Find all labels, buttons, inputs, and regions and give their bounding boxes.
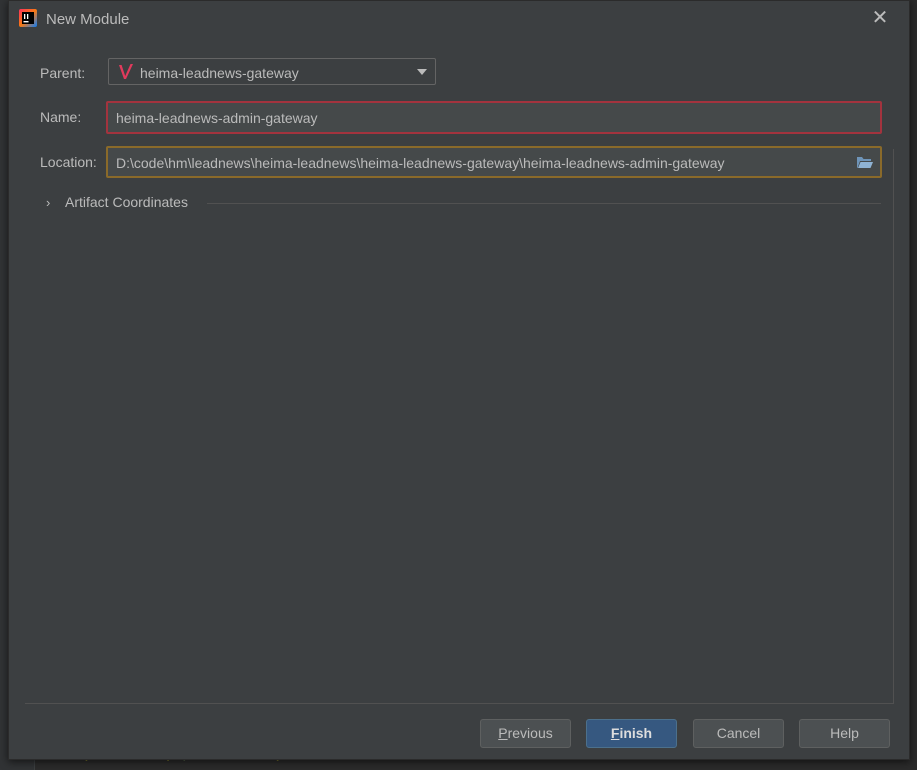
section-divider — [207, 203, 881, 204]
parent-label: Parent: — [40, 65, 86, 81]
folder-browse-icon[interactable] — [856, 154, 874, 170]
cancel-button[interactable]: Cancel — [693, 719, 784, 748]
location-input-value[interactable]: D:\code\hm\leadnews\heima-leadnews\heima… — [116, 155, 725, 171]
help-button[interactable]: Help — [799, 719, 890, 748]
dialog-titlebar[interactable]: New Module ✕ — [9, 1, 909, 37]
new-module-dialog: New Module ✕ Parent: heima-leadnews-gate… — [8, 0, 910, 760]
parent-value: heima-leadnews-gateway — [140, 65, 299, 81]
close-icon[interactable]: ✕ — [872, 7, 889, 29]
parent-combobox[interactable]: heima-leadnews-gateway — [108, 58, 436, 85]
location-label: Location: — [40, 154, 97, 170]
chevron-down-icon[interactable] — [417, 69, 427, 75]
artifact-coordinates-label[interactable]: Artifact Coordinates — [65, 194, 188, 210]
name-field[interactable]: heima-leadnews-admin-gateway — [106, 101, 882, 134]
finish-label: inish — [619, 725, 653, 741]
intellij-idea-icon — [19, 9, 37, 27]
content-border-bottom — [25, 703, 893, 704]
help-label: Help — [830, 725, 859, 741]
previous-mnemonic: P — [498, 725, 508, 741]
content-border-right — [893, 149, 894, 704]
maven-module-icon — [119, 64, 133, 79]
dialog-title: New Module — [46, 11, 130, 28]
chevron-right-icon[interactable]: › — [46, 195, 50, 210]
previous-button[interactable]: Previous — [480, 719, 571, 748]
previous-label: revious — [507, 725, 553, 741]
name-input-value[interactable]: heima-leadnews-admin-gateway — [116, 110, 318, 126]
artifact-coordinates-toggle[interactable]: › Artifact Coordinates — [41, 193, 881, 213]
location-field[interactable]: D:\code\hm\leadnews\heima-leadnews\heima… — [106, 146, 882, 178]
finish-button[interactable]: Finish — [586, 719, 677, 748]
cancel-label: Cancel — [716, 725, 761, 741]
name-label: Name: — [40, 109, 82, 125]
close-button[interactable]: ✕ — [869, 7, 891, 29]
